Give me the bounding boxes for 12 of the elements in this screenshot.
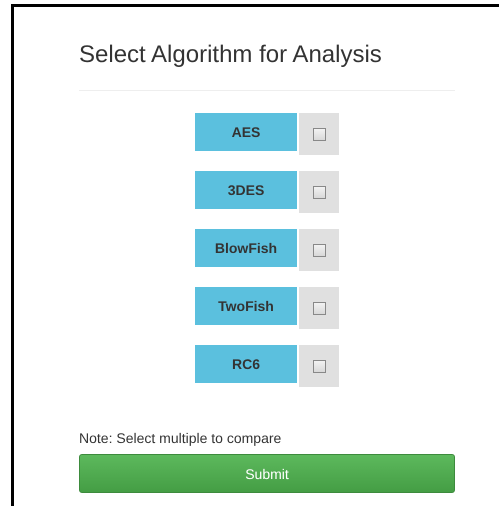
- page-title: Select Algorithm for Analysis: [79, 40, 383, 70]
- checkbox[interactable]: [312, 128, 326, 140]
- checkbox[interactable]: [312, 302, 326, 314]
- checkbox[interactable]: [312, 244, 326, 256]
- checkbox[interactable]: [312, 186, 326, 198]
- note-text: Note: Select multiple to compare: [79, 429, 282, 447]
- algorithm-label[interactable]: BlowFish: [195, 229, 297, 267]
- checkbox[interactable]: [312, 360, 326, 372]
- algorithm-label[interactable]: RC6: [195, 345, 297, 383]
- algorithm-label[interactable]: 3DES: [195, 171, 297, 209]
- algorithm-label[interactable]: TwoFish: [195, 287, 297, 325]
- algorithm-label[interactable]: AES: [195, 113, 297, 151]
